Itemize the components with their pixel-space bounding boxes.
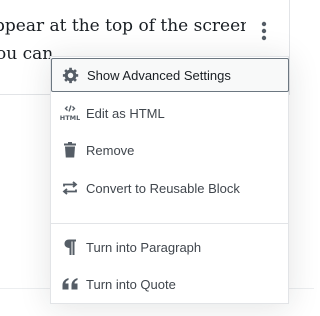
more-options-button[interactable] <box>250 15 278 47</box>
menu-item-label: Turn into Paragraph <box>86 239 202 255</box>
menu-item-label: Turn into Quote <box>86 276 176 292</box>
svg-text:HTML: HTML <box>60 114 80 122</box>
menu-item-turn-into-quote[interactable]: Turn into Quote <box>51 266 288 302</box>
more-vertical-icon <box>261 21 267 41</box>
menu-item-label: Show Advanced Settings <box>87 67 231 83</box>
gear-icon <box>61 65 81 85</box>
menu-item-show-advanced-settings[interactable]: Show Advanced Settings <box>51 58 289 92</box>
convert-icon <box>60 178 80 198</box>
menu-item-label: Remove <box>86 142 135 158</box>
editor-stage: ppear at the top of the screen ou can Sh… <box>0 0 314 316</box>
menu-item-convert-to-reusable-block[interactable]: Convert to Reusable Block <box>51 170 288 206</box>
menu-separator <box>51 223 288 224</box>
paragraph-line-1: ppear at the top of the screen <box>0 16 246 36</box>
menu-item-label: Edit as HTML <box>86 105 165 121</box>
trash-icon <box>60 140 80 160</box>
menu-item-label: Convert to Reusable Block <box>86 180 240 196</box>
menu-item-edit-as-html[interactable]: HTML Edit as HTML <box>51 95 288 131</box>
menu-item-remove[interactable]: Remove <box>51 132 288 168</box>
paragraph-icon <box>60 237 80 257</box>
quote-icon <box>60 274 80 294</box>
menu-item-turn-into-paragraph[interactable]: Turn into Paragraph <box>51 229 288 265</box>
block-settings-menu: Show Advanced Settings HTML Edit as HTML <box>50 56 289 304</box>
html-icon: HTML <box>60 103 80 123</box>
